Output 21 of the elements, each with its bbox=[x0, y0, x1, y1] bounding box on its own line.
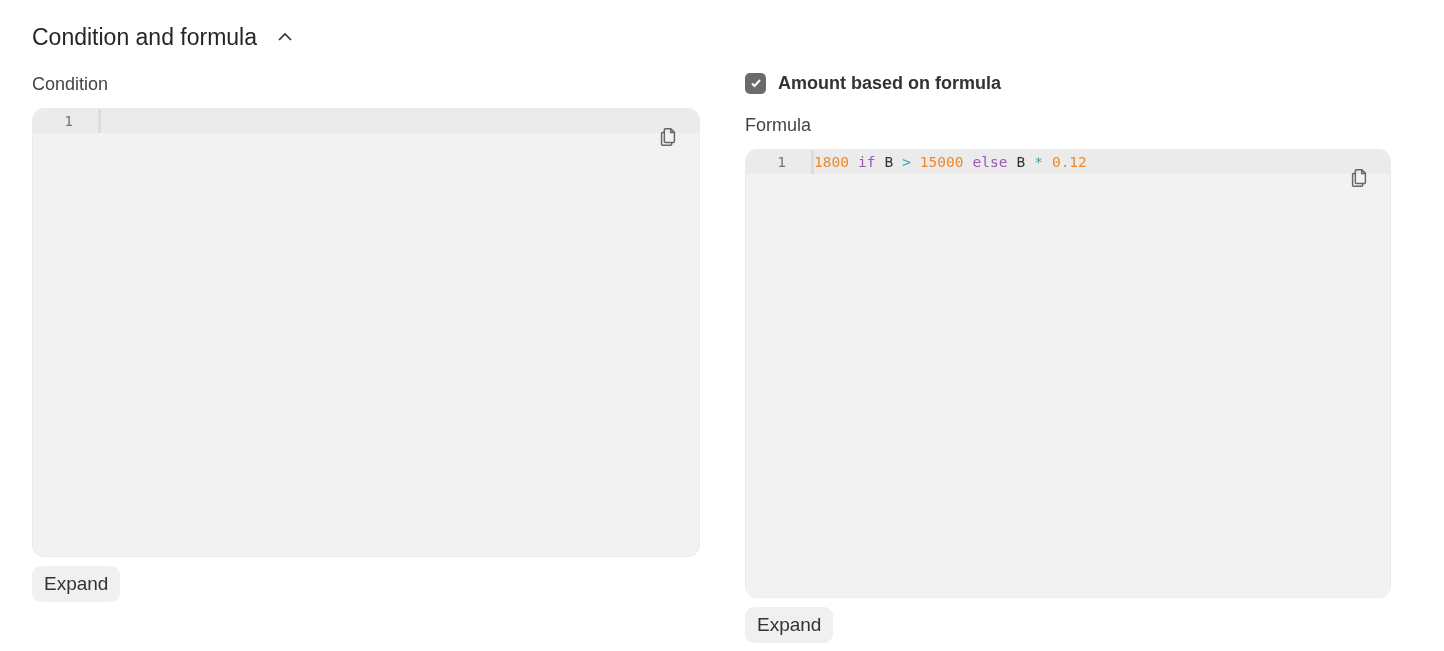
code-token: * bbox=[1034, 154, 1043, 170]
code-token: B bbox=[884, 154, 894, 170]
checkbox-label: Amount based on formula bbox=[778, 72, 1001, 94]
section-title: Condition and formula bbox=[32, 23, 258, 51]
code-token: if bbox=[857, 154, 876, 170]
code-token: 0.12 bbox=[1051, 154, 1087, 170]
expand-button[interactable]: Expand bbox=[745, 607, 834, 643]
code-token: else bbox=[972, 154, 1008, 170]
expand-button[interactable]: Expand bbox=[32, 566, 121, 602]
code-token: 1800 bbox=[814, 154, 849, 170]
checkbox[interactable] bbox=[745, 72, 766, 94]
line-number: 1 bbox=[63, 113, 74, 129]
code-editor[interactable]: 1 1800 if B > 15000 else B * 0.12 bbox=[745, 149, 1391, 598]
code-token: > bbox=[902, 154, 911, 170]
code-token: 15000 bbox=[919, 154, 964, 170]
code-token: B bbox=[1016, 154, 1026, 170]
field-label: Condition bbox=[32, 72, 110, 96]
code-editor[interactable]: 1 bbox=[32, 108, 700, 557]
line-number: 1 bbox=[776, 154, 787, 170]
check-icon bbox=[749, 77, 762, 89]
field-label: Formula bbox=[745, 113, 812, 137]
